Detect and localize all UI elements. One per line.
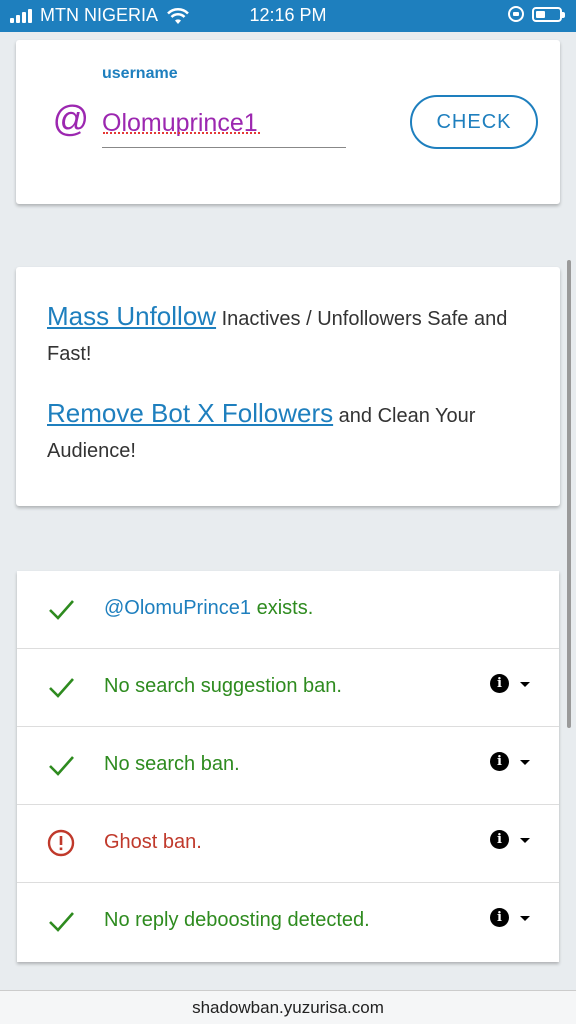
check-icon [49,756,74,776]
promo-line-remove-bots: Remove Bot X Followers and Clean Your Au… [47,396,530,469]
check-icon [49,600,74,620]
caret-down-icon[interactable] [520,682,530,687]
spellcheck-underline [103,130,260,134]
result-row-ghost-ban[interactable]: Ghost ban. i [17,805,559,883]
check-button[interactable]: CHECK [410,95,538,149]
caret-down-icon[interactable] [520,760,530,765]
result-row-search-suggestion[interactable]: No search suggestion ban. i [17,649,559,727]
username-label: username [102,65,178,82]
result-text: No search ban. [104,753,240,775]
url-bar[interactable]: shadowban.yuzurisa.com [0,990,576,1024]
battery-icon [532,6,565,22]
result-text: @OlomuPrince1 exists. [104,597,313,620]
username-input[interactable] [102,100,346,148]
result-row-search-ban[interactable]: No search ban. i [17,727,559,805]
mass-unfollow-link[interactable]: Mass Unfollow [47,301,216,331]
scrollbar[interactable] [567,260,571,728]
status-right [508,6,565,22]
rotation-lock-icon [508,6,524,22]
url-text: shadowban.yuzurisa.com [192,998,384,1017]
result-username: @OlomuPrince1 [104,597,252,619]
caret-down-icon[interactable] [520,916,530,921]
remove-bot-followers-link[interactable]: Remove Bot X Followers [47,398,333,428]
alert-circle-icon [47,829,75,857]
results-list: @OlomuPrince1 exists. No search suggesti… [17,571,559,962]
clock: 12:16 PM [249,5,327,25]
at-icon: @ [52,98,89,139]
check-icon [49,678,74,698]
result-text: No reply deboosting detected. [104,909,370,931]
info-icon[interactable]: i [490,752,509,771]
info-icon[interactable]: i [490,908,509,927]
status-bar: MTN NIGERIA 12:16 PM [0,0,576,32]
result-text: Ghost ban. [104,831,202,853]
result-text: No search suggestion ban. [104,675,342,697]
info-icon[interactable]: i [490,830,509,849]
caret-down-icon[interactable] [520,838,530,843]
username-card: @ username CHECK [16,40,560,204]
check-icon [49,912,74,932]
result-row-exists: @OlomuPrince1 exists. [17,571,559,649]
result-row-reply-deboosting[interactable]: No reply deboosting detected. i [17,883,559,961]
promo-card: Mass Unfollow Inactives / Unfollowers Sa… [16,267,560,506]
info-icon[interactable]: i [490,674,509,693]
promo-line-mass-unfollow: Mass Unfollow Inactives / Unfollowers Sa… [47,299,530,372]
result-exists-text: exists. [251,597,314,619]
